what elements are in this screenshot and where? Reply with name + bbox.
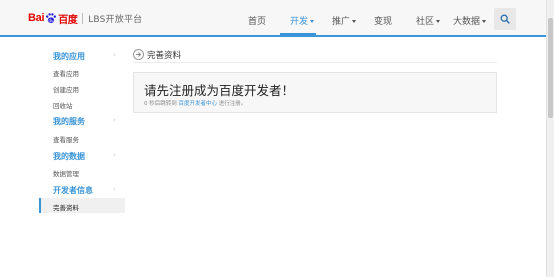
chevron-right-icon: › — [113, 116, 116, 124]
sidebar-group-my-apps[interactable]: 我的应用 — [53, 51, 85, 62]
chevron-right-icon: › — [113, 185, 116, 193]
vertical-scrollbar[interactable] — [546, 0, 554, 277]
sidebar-item-recycle-bin[interactable]: 回收站 — [53, 100, 73, 110]
logo-brand-latin: Bai — [28, 12, 45, 24]
sidebar-active-indicator — [39, 198, 41, 213]
svg-text:du: du — [49, 18, 55, 23]
sidebar-item-view-services[interactable]: 查看服务 — [53, 134, 79, 144]
sidebar-group-my-services[interactable]: 我的服务 — [53, 116, 85, 127]
back-arrow-icon[interactable] — [133, 49, 144, 60]
sidebar-item-create-app[interactable]: 创建应用 — [53, 84, 79, 94]
chevron-right-icon: › — [113, 151, 116, 159]
nav-promote[interactable]: 推广 — [332, 14, 357, 27]
chevron-right-icon: › — [113, 51, 116, 59]
search-button[interactable] — [494, 8, 516, 30]
chevron-down-icon — [352, 20, 357, 23]
page-title-row: 完善资料 — [133, 48, 497, 63]
search-icon — [500, 14, 510, 24]
logo-divider — [82, 12, 84, 24]
sidebar-group-my-data[interactable]: 我的数据 — [53, 151, 85, 162]
nav-big-data[interactable]: 大数据 — [453, 14, 487, 27]
arrow-right-icon — [136, 52, 142, 57]
sidebar-active-bg — [39, 198, 125, 213]
chevron-down-icon — [482, 20, 487, 23]
sidebar-item-data-management[interactable]: 数据管理 — [53, 168, 79, 178]
notice-description: 0 秒后跳转到 百度开发者中心 进行注册。 — [144, 101, 247, 107]
sidebar-item-view-apps[interactable]: 查看应用 — [53, 68, 79, 78]
top-navbar: Bai du 百度 LBS开放平台 首页 开发 推广 变现 社区 大数据 — [0, 0, 546, 37]
chevron-down-icon — [310, 20, 315, 23]
chevron-down-icon — [436, 20, 441, 23]
nav-home[interactable]: 首页 — [248, 14, 266, 27]
register-notice-panel: 请先注册成为百度开发者！ 0 秒后跳转到 百度开发者中心 进行注册。 — [133, 72, 497, 113]
page-title: 完善资料 — [147, 51, 182, 61]
notice-title: 请先注册成为百度开发者！ — [144, 83, 295, 98]
nav-develop[interactable]: 开发 — [290, 14, 315, 27]
baidu-lbs-logo[interactable]: Bai du 百度 LBS开放平台 — [28, 10, 142, 26]
nav-active-indicator — [280, 33, 316, 35]
baidu-paw-icon: du — [46, 13, 57, 23]
logo-product-name: LBS开放平台 — [88, 14, 143, 25]
nav-community[interactable]: 社区 — [416, 14, 441, 27]
sidebar-group-developer-info[interactable]: 开发者信息 — [53, 185, 93, 196]
scrollbar-thumb[interactable] — [548, 18, 553, 118]
nav-monetize[interactable]: 变现 — [374, 14, 392, 27]
developer-center-link[interactable]: 百度开发者中心 — [179, 101, 218, 107]
logo-brand-cn: 百度 — [58, 14, 78, 26]
sidebar-item-complete-profile[interactable]: 完善资料 — [53, 202, 79, 212]
